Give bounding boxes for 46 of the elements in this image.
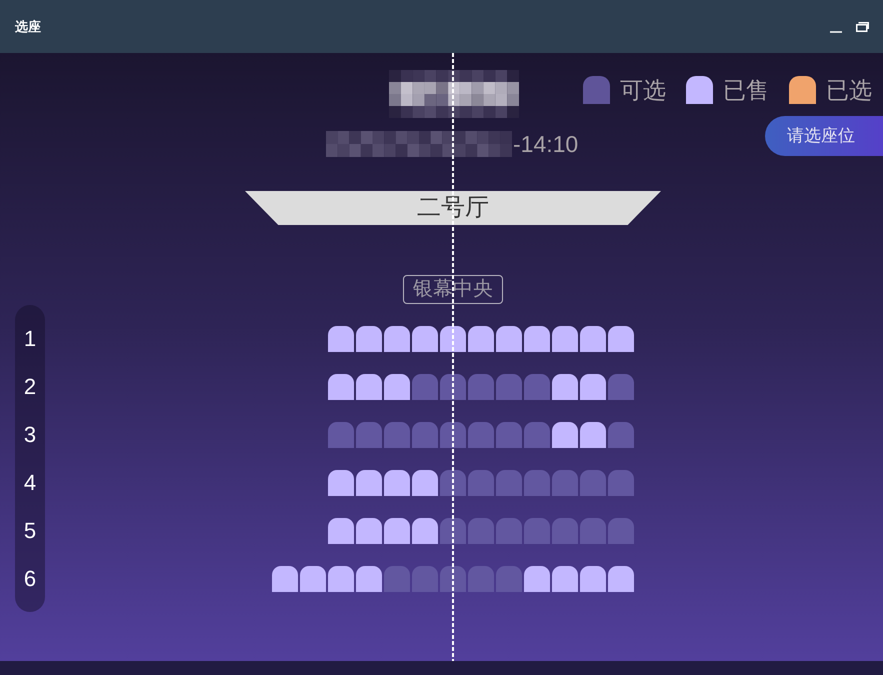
row-number: 2 [24, 376, 36, 398]
seat-icon[interactable] [496, 326, 522, 352]
seat-icon[interactable] [412, 326, 438, 352]
hall-screen: 二号厅 [245, 191, 661, 225]
restore-icon[interactable] [856, 22, 869, 32]
legend-label: 已售 [723, 76, 769, 104]
row-number: 4 [24, 472, 36, 494]
seat-icon[interactable] [356, 326, 382, 352]
seat-icon[interactable] [356, 470, 382, 496]
seat-icon[interactable] [580, 326, 606, 352]
seat-icon[interactable] [356, 374, 382, 400]
seat-icon[interactable] [328, 518, 354, 544]
seat-icon[interactable] [440, 566, 466, 592]
seat-icon[interactable] [384, 518, 410, 544]
seat-icon[interactable] [580, 374, 606, 400]
seat-icon[interactable] [580, 422, 606, 448]
seat-icon[interactable] [412, 518, 438, 544]
window-title: 选座 [15, 18, 41, 36]
legend-label: 可选 [620, 76, 666, 104]
seat-icon[interactable] [552, 374, 578, 400]
seat-icon[interactable] [440, 326, 466, 352]
seat-icon[interactable] [552, 422, 578, 448]
seat-icon[interactable] [356, 518, 382, 544]
row-number: 5 [24, 520, 36, 542]
seat-icon[interactable] [328, 326, 354, 352]
row-number: 1 [24, 328, 36, 350]
seat-icon[interactable] [384, 470, 410, 496]
seat-icon[interactable] [384, 326, 410, 352]
seat-icon[interactable] [440, 470, 466, 496]
seat-icon[interactable] [440, 518, 466, 544]
seat-icon[interactable] [608, 326, 634, 352]
seat-icon[interactable] [524, 326, 550, 352]
row-number: 3 [24, 424, 36, 446]
seat-icon[interactable] [440, 374, 466, 400]
legend-label: 已选 [826, 76, 872, 104]
seat-icon[interactable] [328, 374, 354, 400]
select-seat-button[interactable]: 请选座位 [765, 116, 883, 156]
screen-center-label: 银幕中央 [403, 275, 503, 304]
seat-icon[interactable] [328, 470, 354, 496]
row-number: 6 [24, 568, 36, 590]
seat-icon[interactable] [440, 422, 466, 448]
seat-icon[interactable] [384, 374, 410, 400]
seat-icon[interactable] [412, 470, 438, 496]
showtime-text: -14:10 [513, 130, 578, 158]
seat-icon[interactable] [468, 326, 494, 352]
seat-icon[interactable] [552, 326, 578, 352]
